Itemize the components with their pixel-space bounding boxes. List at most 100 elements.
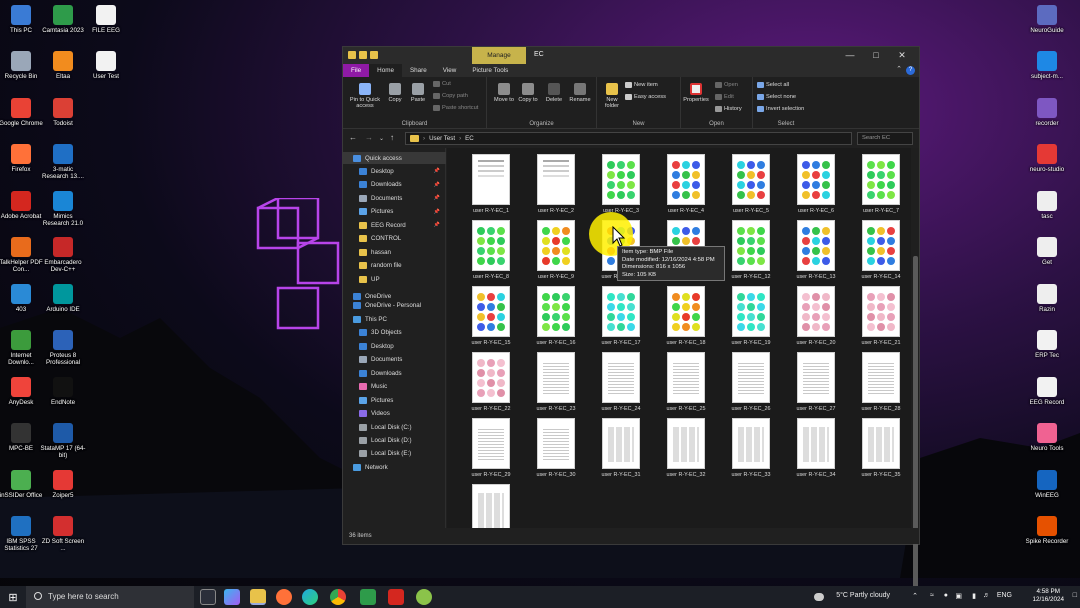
nav-item-this-pc[interactable]: This PC	[343, 313, 446, 325]
pin-icon[interactable]: 📌	[434, 195, 440, 201]
navigation-pane[interactable]: Quick access Desktop 📌 Downloads 📌 Documents 📌…	[343, 148, 446, 528]
file-item[interactable]: user R-Y-EC_26	[723, 352, 779, 417]
desktop-icon-neuro-tools[interactable]: Neuro Tools	[1024, 422, 1070, 468]
tab-file[interactable]: File	[343, 64, 370, 77]
file-item[interactable]: user R-Y-EC_29	[463, 418, 519, 483]
desktop-icon-talkhelper-pdf-con[interactable]: TalkHelper PDF Con...	[0, 236, 44, 282]
nav-item-local-disk-c[interactable]: Local Disk (C:)	[343, 421, 446, 433]
windows-start-icon[interactable]: ⊞	[0, 591, 26, 604]
desktop-icon-this-pc[interactable]: This PC	[0, 4, 44, 50]
paste-button[interactable]: Paste	[407, 83, 429, 103]
nav-item-quick-access[interactable]: Quick access	[343, 152, 446, 164]
file-item[interactable]: user R-Y-EC_3	[593, 154, 649, 219]
new-folder-button[interactable]: New folder	[601, 83, 623, 110]
desktop-icon-zd-soft-screen[interactable]: ZD Soft Screen ...	[40, 515, 86, 561]
file-item[interactable]: user R-Y-EC_27	[788, 352, 844, 417]
rename-button[interactable]: Rename	[567, 83, 593, 103]
wifi-icon[interactable]: ≈	[930, 592, 934, 599]
close-button[interactable]: ✕	[889, 47, 915, 64]
paste-shortcut-button[interactable]: Paste shortcut	[433, 105, 478, 111]
file-item[interactable]: user R-Y-EC_6	[788, 154, 844, 219]
desktop-icon-tasc[interactable]: tasc	[1024, 190, 1070, 236]
maximize-button[interactable]: □	[863, 47, 889, 64]
desktop-icon-subject-m[interactable]: subject-m...	[1024, 50, 1070, 96]
desktop-icon-mimics-research-21-0[interactable]: Mimics Research 21.0	[40, 190, 86, 236]
nav-item-network[interactable]: Network	[343, 461, 446, 473]
desktop-icon-todoist[interactable]: Todoist	[40, 97, 86, 143]
desktop-icon-razin[interactable]: Razin	[1024, 283, 1070, 329]
pin-quick-access-button[interactable]: Pin to Quick access	[345, 83, 385, 110]
desktop-icon-endnote[interactable]: EndNote	[40, 376, 86, 422]
tab-home[interactable]: Home	[369, 64, 402, 77]
minimize-button[interactable]: —	[837, 47, 863, 64]
nav-item-3d-objects[interactable]: 3D Objects	[343, 327, 446, 339]
nav-item-random-file[interactable]: random file	[343, 260, 446, 272]
file-item[interactable]: user R-Y-EC_8	[463, 220, 519, 285]
new-item-button[interactable]: New item	[625, 82, 658, 88]
desktop-icon-statamp-17-64-bit[interactable]: StataMP 17 (64-bit)	[40, 422, 86, 468]
file-item[interactable]: user R-Y-EC_13	[788, 220, 844, 285]
search-input[interactable]: Search EC	[857, 132, 913, 145]
file-item[interactable]: user R-Y-EC_16	[528, 286, 584, 351]
app-icon[interactable]	[416, 589, 432, 605]
select-all-button[interactable]: Select all	[757, 82, 789, 88]
nav-item-control[interactable]: CONTROL	[343, 233, 446, 245]
desktop-icon-recorder[interactable]: recorder	[1024, 97, 1070, 143]
nav-item-documents[interactable]: Documents 📌	[343, 192, 446, 204]
copy-to-button[interactable]: Copy to	[517, 83, 539, 103]
chevron-up-icon[interactable]: ⌃	[912, 592, 918, 600]
desktop-icon-inssider-office[interactable]: inSSIDer Office	[0, 469, 44, 515]
desktop-icon-neuroguide[interactable]: NeuroGuide	[1024, 4, 1070, 50]
file-item[interactable]: user R-Y-EC_4	[658, 154, 714, 219]
desktop-icon-arduino-ide[interactable]: Arduino IDE	[40, 283, 86, 329]
desktop-icon-zoiper5[interactable]: Zoiper5	[40, 469, 86, 515]
breadcrumb-ec[interactable]: EC	[465, 135, 474, 142]
nav-item-pictures[interactable]: Pictures	[343, 394, 446, 406]
file-item[interactable]: user R-Y-EC_7	[853, 154, 909, 219]
desktop-icon-anydesk[interactable]: AnyDesk	[0, 376, 44, 422]
chrome-icon[interactable]	[330, 589, 346, 605]
pin-icon[interactable]: 📌	[434, 209, 440, 215]
desktop-icon-camtasia-2023[interactable]: Camtasia 2023	[40, 4, 86, 50]
file-item[interactable]: user R-Y-EC_2	[528, 154, 584, 219]
nav-item-hassan[interactable]: hassan	[343, 246, 446, 258]
file-item[interactable]: user R-Y-EC_25	[658, 352, 714, 417]
nav-item-downloads[interactable]: Downloads 📌	[343, 179, 446, 191]
file-item[interactable]: user R-Y-EC_23	[528, 352, 584, 417]
file-item[interactable]: user R-Y-EC_32	[658, 418, 714, 483]
nav-item-downloads[interactable]: Downloads	[343, 367, 446, 379]
nav-item-desktop[interactable]: Desktop 📌	[343, 165, 446, 177]
open-button[interactable]: Open	[715, 82, 738, 88]
file-item[interactable]: user R-Y-EC_14	[853, 220, 909, 285]
file-item[interactable]: user R-Y-EC_20	[788, 286, 844, 351]
file-list[interactable]: user R-Y-EC_1 user R-Y-EC_2 user R-Y-EC_3 u…	[447, 148, 913, 544]
quick-access-toolbar[interactable]	[348, 51, 378, 59]
camtasia-icon[interactable]	[360, 589, 376, 605]
chevron-up-icon[interactable]: ⌃	[896, 65, 902, 73]
pin-icon[interactable]: 📌	[434, 168, 440, 174]
file-item[interactable]: user R-Y-EC_35	[853, 418, 909, 483]
desktop-icon-proteus-8-professional[interactable]: Proteus 8 Professional	[40, 329, 86, 375]
desktop-icon-ibm-spss-statistics-27[interactable]: IBM SPSS Statistics 27	[0, 515, 44, 561]
copy-button[interactable]: Copy	[385, 83, 405, 103]
edge-icon[interactable]	[302, 589, 318, 605]
nav-item-pictures[interactable]: Pictures 📌	[343, 206, 446, 218]
file-item[interactable]: user R-Y-EC_5	[723, 154, 779, 219]
task-view-icon[interactable]	[200, 589, 216, 605]
nav-item-onedrive-personal[interactable]: OneDrive - Personal	[343, 300, 446, 312]
file-item[interactable]: user R-Y-EC_22	[463, 352, 519, 417]
taskbar-search[interactable]: Type here to search	[26, 586, 194, 608]
file-item[interactable]: user R-Y-EC_24	[593, 352, 649, 417]
pin-icon[interactable]: 📌	[434, 182, 440, 188]
forward-arrow-icon[interactable]: →	[365, 133, 373, 142]
desktop-icon-file-eeg[interactable]: FILE EEG	[83, 4, 129, 50]
file-item[interactable]: user R-Y-EC_28	[853, 352, 909, 417]
up-arrow-icon[interactable]: ↑	[390, 133, 394, 142]
weather-icon[interactable]	[814, 593, 824, 601]
battery-icon[interactable]: ▮	[972, 592, 976, 600]
copy-path-button[interactable]: Copy path	[433, 93, 468, 99]
desktop-icon-neuro-studio[interactable]: neuro-studio	[1024, 143, 1070, 189]
new-folder-icon[interactable]	[370, 51, 378, 59]
select-none-button[interactable]: Select none	[757, 94, 796, 100]
nav-item-eeg-record[interactable]: EEG Record 📌	[343, 219, 446, 231]
